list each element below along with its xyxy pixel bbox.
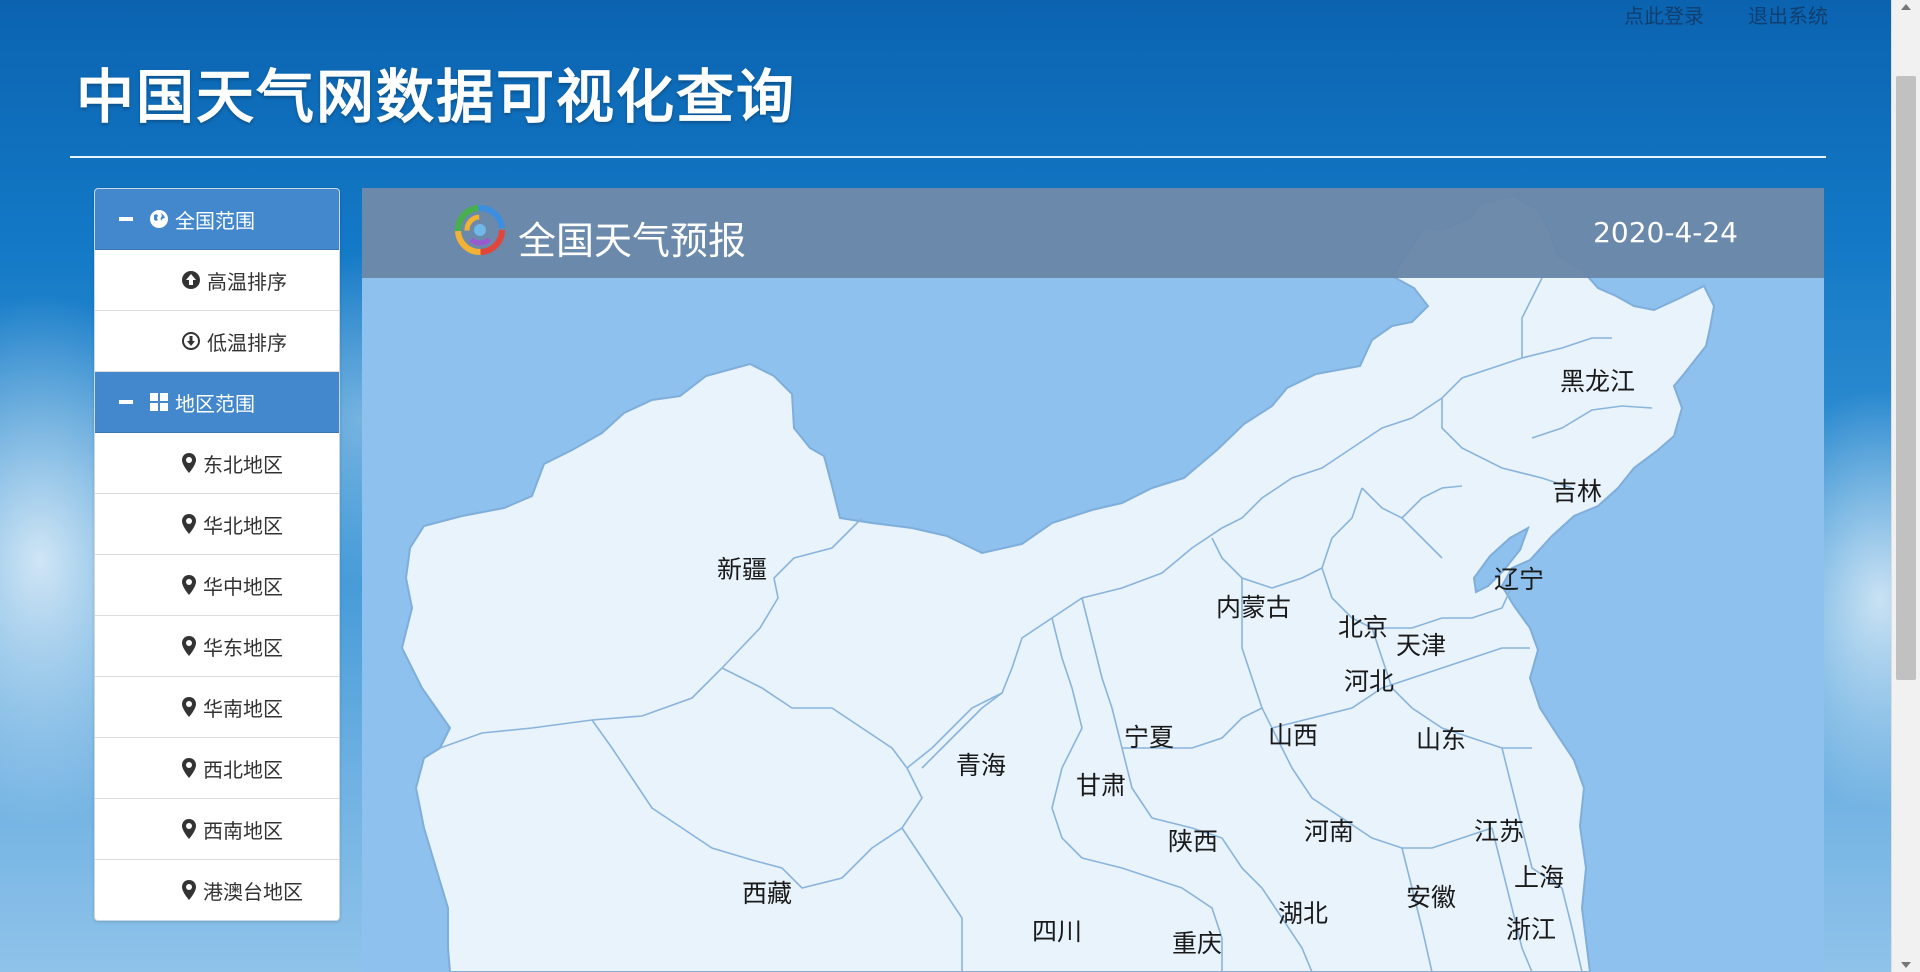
province-label-ningxia[interactable]: 宁夏 — [1124, 718, 1174, 754]
map-marker-icon — [181, 696, 197, 718]
sidebar-item-high-temp[interactable]: 高温排序 — [95, 250, 339, 311]
province-label-hebei[interactable]: 河北 — [1344, 662, 1394, 698]
login-link[interactable]: 点此登录 — [1624, 0, 1704, 29]
sidebar-item-label: 华东地区 — [203, 635, 283, 660]
group-nationwide[interactable]: 全国范围 — [95, 189, 339, 250]
province-label-shanxi[interactable]: 山西 — [1268, 716, 1318, 752]
logout-link[interactable]: 退出系统 — [1748, 0, 1828, 29]
scroll-down-arrow-icon[interactable] — [1901, 962, 1911, 968]
sidebar-item-central[interactable]: 华中地区 — [95, 555, 339, 616]
map-marker-icon — [181, 879, 197, 901]
sidebar: 全国范围 高温排序 低温排序 地区范围 东北地区 华北地区 华中地区 华东地区 — [94, 188, 340, 921]
province-label-inner-mongolia[interactable]: 内蒙古 — [1216, 588, 1291, 624]
map-marker-icon — [181, 818, 197, 840]
sidebar-item-hk-macau-taiwan[interactable]: 港澳台地区 — [95, 860, 339, 920]
province-label-anhui[interactable]: 安徽 — [1406, 878, 1456, 914]
header-divider — [70, 156, 1826, 158]
map-marker-icon — [181, 452, 197, 474]
sidebar-item-east[interactable]: 华东地区 — [95, 616, 339, 677]
arrow-up-circle-icon — [181, 270, 201, 290]
sidebar-item-label: 西南地区 — [203, 818, 283, 843]
panel-header: 全国天气预报 2020-4-24 — [362, 188, 1824, 278]
sidebar-item-label: 低温排序 — [207, 330, 287, 355]
province-label-beijing[interactable]: 北京 — [1338, 608, 1388, 644]
weather-logo-icon — [454, 204, 506, 260]
map-panel: 全国天气预报 2020-4-24 新疆 西藏 青海 甘肃 宁夏 内蒙古 黑龙江 … — [362, 188, 1824, 972]
top-links: 点此登录 退出系统 — [1624, 0, 1828, 29]
province-label-tibet[interactable]: 西藏 — [742, 874, 792, 910]
province-label-xinjiang[interactable]: 新疆 — [717, 550, 767, 586]
sidebar-item-northeast[interactable]: 东北地区 — [95, 433, 339, 494]
sidebar-item-label: 华中地区 — [203, 574, 283, 599]
province-label-zhejiang[interactable]: 浙江 — [1506, 910, 1556, 946]
map-marker-icon — [181, 513, 197, 535]
sidebar-item-low-temp[interactable]: 低温排序 — [95, 311, 339, 372]
province-label-shanghai[interactable]: 上海 — [1514, 858, 1564, 894]
sidebar-item-label: 东北地区 — [203, 452, 283, 477]
sidebar-item-label: 高温排序 — [207, 269, 287, 294]
group-regional[interactable]: 地区范围 — [95, 372, 339, 433]
province-label-heilongjiang[interactable]: 黑龙江 — [1560, 362, 1635, 398]
globe-icon — [149, 209, 169, 229]
page-title: 中国天气网数据可视化查询 — [76, 63, 797, 131]
province-label-gansu[interactable]: 甘肃 — [1076, 766, 1126, 802]
scroll-thumb[interactable] — [1896, 76, 1916, 680]
page-scrollbar[interactable] — [1891, 0, 1920, 972]
sidebar-item-label: 港澳台地区 — [203, 879, 303, 904]
province-label-tianjin[interactable]: 天津 — [1396, 626, 1446, 662]
collapse-icon — [119, 400, 133, 404]
map-marker-icon — [181, 757, 197, 779]
scroll-up-arrow-icon[interactable] — [1901, 4, 1911, 10]
province-label-hubei[interactable]: 湖北 — [1278, 894, 1328, 930]
china-map[interactable] — [362, 188, 1824, 972]
province-label-shandong[interactable]: 山东 — [1416, 720, 1466, 756]
province-label-shaanxi[interactable]: 陕西 — [1168, 822, 1218, 858]
grid-icon — [149, 392, 169, 412]
sidebar-item-label: 华南地区 — [203, 696, 283, 721]
sidebar-item-label: 西北地区 — [203, 757, 283, 782]
sidebar-item-south[interactable]: 华南地区 — [95, 677, 339, 738]
sidebar-item-southwest[interactable]: 西南地区 — [95, 799, 339, 860]
arrow-down-circle-icon — [181, 331, 201, 351]
province-label-jiangsu[interactable]: 江苏 — [1474, 812, 1524, 848]
group-label: 地区范围 — [175, 391, 255, 416]
collapse-icon — [119, 217, 133, 221]
sidebar-item-north[interactable]: 华北地区 — [95, 494, 339, 555]
group-label: 全国范围 — [175, 208, 255, 233]
map-marker-icon — [181, 574, 197, 596]
province-label-sichuan[interactable]: 四川 — [1032, 912, 1082, 948]
province-label-chongqing[interactable]: 重庆 — [1172, 924, 1222, 960]
sidebar-item-label: 华北地区 — [203, 513, 283, 538]
province-label-henan[interactable]: 河南 — [1304, 812, 1354, 848]
province-label-jilin[interactable]: 吉林 — [1552, 472, 1602, 508]
panel-title: 全国天气预报 — [518, 219, 747, 263]
province-label-qinghai[interactable]: 青海 — [956, 746, 1006, 782]
province-label-liaoning[interactable]: 辽宁 — [1494, 560, 1544, 596]
map-marker-icon — [181, 635, 197, 657]
sidebar-item-northwest[interactable]: 西北地区 — [95, 738, 339, 799]
forecast-date: 2020-4-24 — [1593, 216, 1738, 249]
